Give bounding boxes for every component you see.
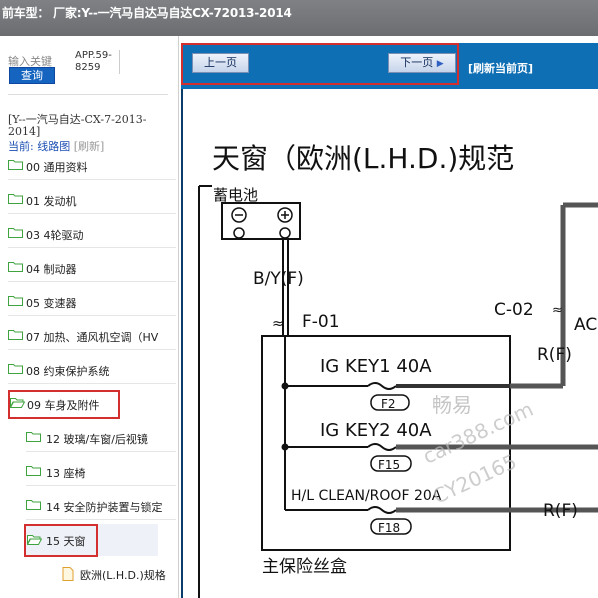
tree-item-14[interactable]: 14 安全防护装置与锁定 bbox=[26, 494, 176, 520]
tree-item-label: 15 天窗 bbox=[46, 535, 86, 548]
tree-item-label: 13 座椅 bbox=[46, 467, 86, 480]
refresh-link[interactable]: [刷新] bbox=[74, 140, 105, 153]
tree-item-15[interactable]: 15 天窗 bbox=[24, 524, 98, 557]
watermark-text: 畅易 bbox=[432, 393, 472, 417]
fuse2-id: F15 bbox=[378, 458, 400, 472]
tree-item-04[interactable]: 04 制动器 bbox=[8, 256, 176, 282]
tree-item-label: 04 制动器 bbox=[26, 263, 77, 276]
junction-dot bbox=[281, 382, 289, 390]
sidebar: 输入关键 查询 APP.59-8259 [Y--一汽马自达-CX-7-2013-… bbox=[0, 36, 179, 598]
tree-item-00[interactable]: 00 通用资料 bbox=[8, 154, 176, 180]
current-link[interactable]: 线路图 bbox=[37, 140, 70, 153]
tree-item-12[interactable]: 12 玻璃/车窗/后视镜 bbox=[26, 426, 176, 452]
fuse2-name: IG KEY2 40A bbox=[320, 420, 432, 441]
folder-icon bbox=[8, 364, 23, 374]
folder-icon bbox=[26, 432, 41, 442]
connector-label-f01: F-01 bbox=[302, 312, 340, 332]
wire-label-b-y: B/Y(F) bbox=[253, 269, 304, 289]
folder-icon bbox=[8, 330, 23, 340]
tree-item-label: 欧洲(L.H.D.)规格 bbox=[80, 569, 166, 582]
tree-item-label: 14 安全防护装置与锁定 bbox=[46, 501, 163, 514]
tree-item-label: 09 车身及附件 bbox=[27, 399, 100, 412]
folder-open-icon bbox=[10, 398, 25, 408]
folder-open-icon bbox=[27, 535, 42, 545]
fuse1-id: F2 bbox=[381, 397, 396, 411]
folder-icon bbox=[8, 194, 23, 204]
wiring-diagram-svg: 天窗（欧洲(L.H.D.)规范 蓄电池 B/Y(F) ≈ F-01 IG KEY… bbox=[198, 142, 598, 598]
tree-item-13[interactable]: 13 座椅 bbox=[26, 460, 176, 486]
window-title: 前车型： 厂家:Y--一汽马自达马自达CX-72013-2014 bbox=[2, 6, 292, 20]
tree-item-08[interactable]: 08 约束保护系统 bbox=[8, 358, 176, 384]
refresh-current-page-link[interactable]: [刷新当前页] bbox=[468, 60, 533, 76]
current-label: 当前: bbox=[8, 140, 34, 153]
tree-item-label: 07 加热、通风机空调（HV bbox=[26, 331, 159, 344]
folder-icon bbox=[26, 500, 41, 510]
connector-icon: ≈ bbox=[552, 303, 563, 318]
folder-icon bbox=[8, 228, 23, 238]
terminal-icon bbox=[233, 227, 245, 239]
tree-item-label: 01 发动机 bbox=[26, 195, 77, 208]
wire-label-r-f-2: R(F) bbox=[543, 501, 578, 521]
document-icon bbox=[62, 567, 74, 581]
wiring-diagram: 天窗（欧洲(L.H.D.)规范 蓄电池 B/Y(F) ≈ F-01 IG KEY… bbox=[183, 90, 598, 598]
tree-item-05[interactable]: 05 变速器 bbox=[8, 290, 176, 316]
tree-item-01[interactable]: 01 发动机 bbox=[8, 188, 176, 214]
selected-row-bg bbox=[98, 524, 158, 556]
folder-icon bbox=[26, 466, 41, 476]
tree-item-label: 00 通用资料 bbox=[26, 161, 88, 174]
battery-label: 蓄电池 bbox=[213, 186, 258, 204]
connector-icon: ≈ bbox=[272, 316, 284, 332]
folder-icon bbox=[8, 160, 23, 170]
connector-label-ac: AC bbox=[574, 315, 597, 335]
wire-label-r-f-1: R(F) bbox=[537, 345, 572, 365]
tree-item-label: 03 4轮驱动 bbox=[26, 229, 84, 242]
current-location: 当前: 线路图 [刷新] bbox=[8, 138, 104, 154]
diagram-title: 天窗（欧洲(L.H.D.)规范 bbox=[212, 142, 514, 175]
folder-icon bbox=[8, 262, 23, 272]
fuse3-id: F18 bbox=[378, 521, 400, 535]
tree-item-09[interactable]: 09 车身及附件 bbox=[8, 390, 120, 419]
search-button[interactable]: 查询 bbox=[9, 67, 55, 84]
connector-label-c02: C-02 bbox=[494, 300, 534, 320]
divider bbox=[8, 94, 168, 95]
window-title-bar: 前车型： 厂家:Y--一汽马自达马自达CX-72013-2014 bbox=[0, 0, 598, 36]
junction-dot bbox=[281, 443, 289, 451]
nav-highlight-box bbox=[181, 43, 459, 85]
tree-item-label: 08 约束保护系统 bbox=[26, 365, 110, 378]
tree-item-document[interactable]: 欧洲(L.H.D.)规格 bbox=[62, 562, 178, 587]
fuse3-name: H/L CLEAN/ROOF 20A bbox=[291, 488, 442, 504]
folder-icon bbox=[8, 296, 23, 306]
tree-item-label: 05 变速器 bbox=[26, 297, 77, 310]
tree-item-03[interactable]: 03 4轮驱动 bbox=[8, 222, 176, 248]
fuse1-name: IG KEY1 40A bbox=[320, 356, 432, 377]
tree-item-label: 12 玻璃/车窗/后视镜 bbox=[46, 433, 148, 446]
model-text: [Y--一汽马自达-CX-7-2013-2014] bbox=[8, 113, 147, 138]
fuse-box-label: 主保险丝盒 bbox=[262, 557, 347, 577]
tree-item-07[interactable]: 07 加热、通风机空调（HV bbox=[8, 324, 176, 350]
app-code: APP.59-8259 bbox=[75, 50, 120, 74]
terminal-icon bbox=[279, 227, 291, 239]
